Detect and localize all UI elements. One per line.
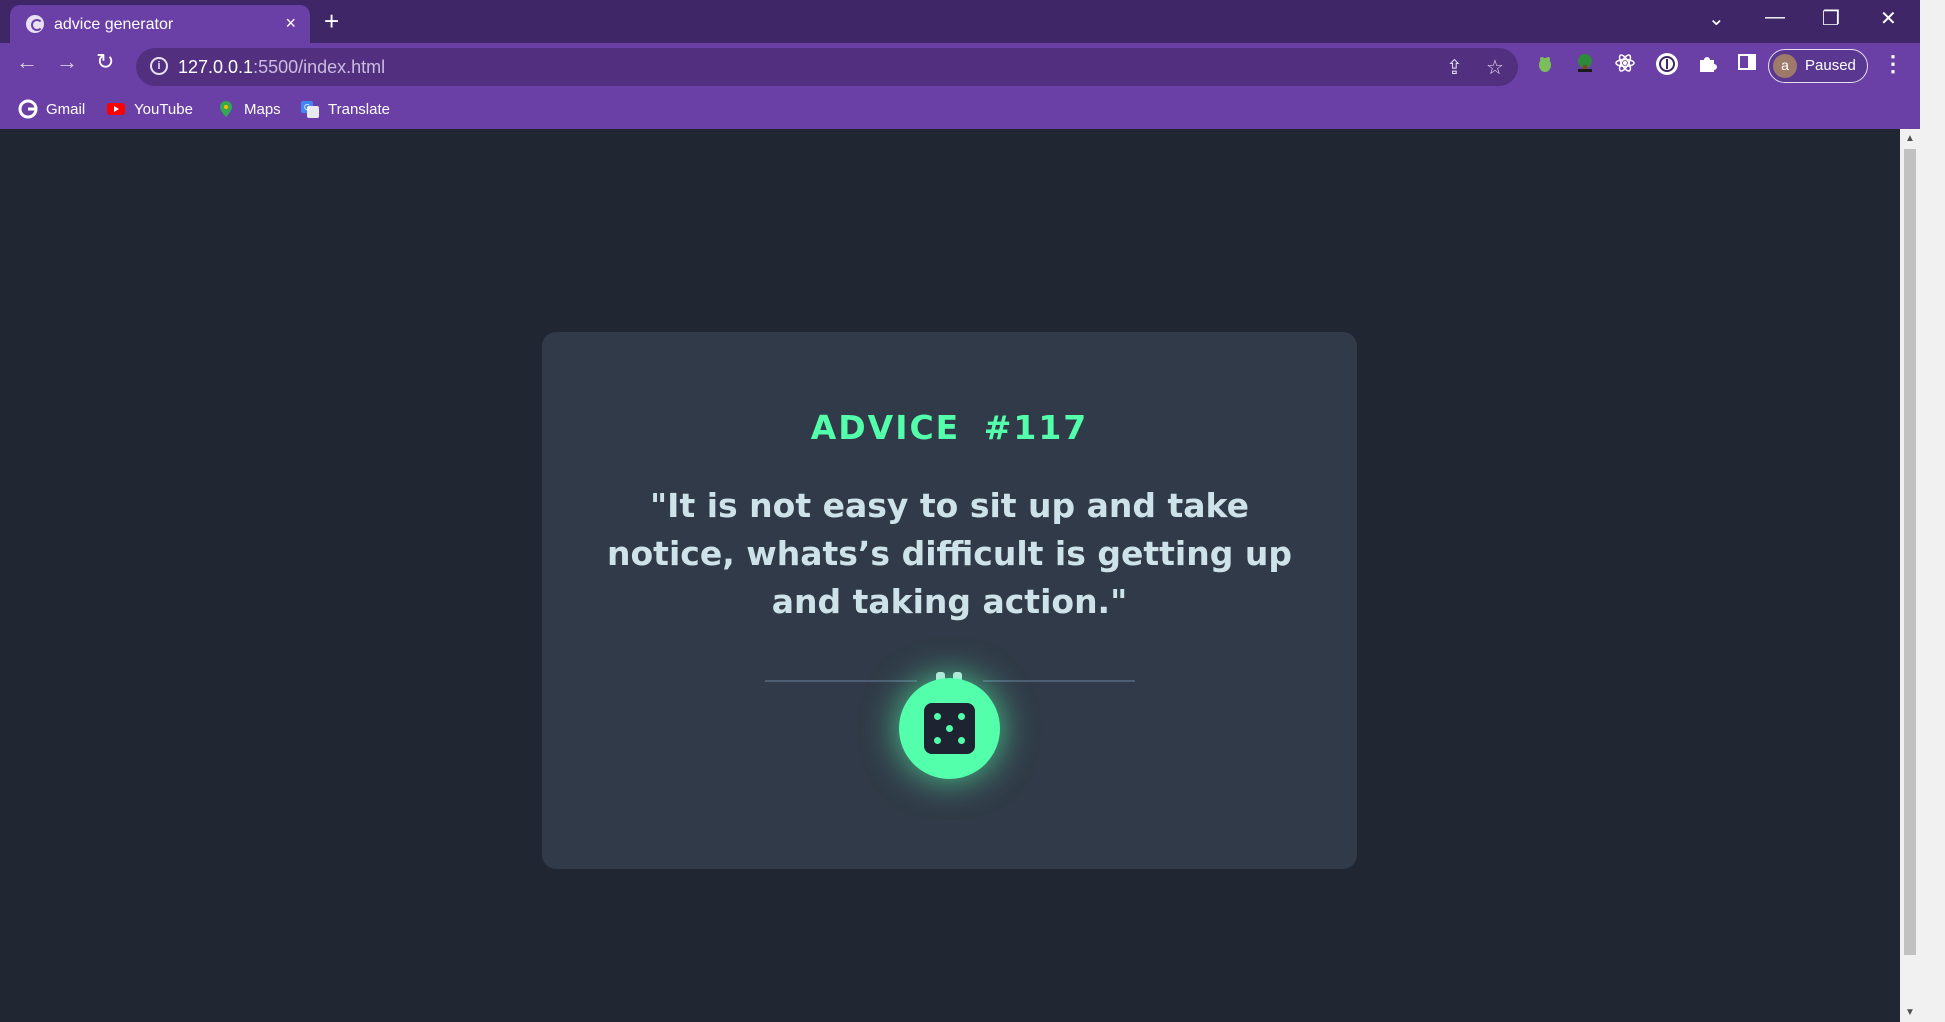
page-viewport: ADVICE #117 "It is not easy to sit up an… <box>0 129 1900 1022</box>
url-text[interactable]: 127.0.0.1:5500/index.html <box>178 57 385 78</box>
dice-button[interactable] <box>899 678 1000 779</box>
share-icon[interactable]: ⇪ <box>1446 55 1463 80</box>
browser-toolbar: ← → ↻ i 127.0.0.1:5500/index.html ⇪ ☆ a <box>0 43 1920 89</box>
youtube-icon <box>106 99 126 119</box>
tab-close-icon[interactable]: × <box>285 13 296 34</box>
tab-title: advice generator <box>54 16 174 33</box>
advice-card: ADVICE #117 "It is not easy to sit up an… <box>542 332 1357 869</box>
bookmark-gmail[interactable]: Gmail <box>18 97 85 121</box>
react-devtools-icon[interactable] <box>1614 52 1636 74</box>
tab-advice-generator[interactable]: advice generator × <box>10 5 310 43</box>
side-panel-icon[interactable] <box>1736 52 1758 74</box>
maps-icon <box>216 99 236 119</box>
profile-button[interactable]: a Paused <box>1768 49 1868 83</box>
tab-strip: advice generator × + ⌄ — ❐ ✕ <box>0 0 1920 43</box>
browser-chrome: advice generator × + ⌄ — ❐ ✕ ← → ↻ i 127… <box>0 0 1920 129</box>
close-window-button[interactable]: ✕ <box>1880 6 1897 31</box>
advice-id-heading: ADVICE #117 <box>810 408 1089 447</box>
profile-status: Paused <box>1805 57 1856 74</box>
tab-favicon-icon <box>26 15 44 33</box>
bookmark-label: Maps <box>244 100 281 118</box>
dice-icon <box>924 703 975 754</box>
bookmark-translate[interactable]: G Translate <box>300 97 390 121</box>
bookmark-label: Gmail <box>46 100 86 118</box>
svg-text:G: G <box>304 103 310 112</box>
bookmark-star-icon[interactable]: ☆ <box>1486 55 1504 80</box>
minimize-button[interactable]: — <box>1765 6 1785 29</box>
url-host: 127.0.0.1 <box>178 57 254 77</box>
site-info-icon[interactable]: i <box>150 57 168 75</box>
forward-button[interactable]: → <box>56 49 78 75</box>
scroll-down-arrow-icon[interactable]: ▼ <box>1905 1007 1915 1018</box>
bookmark-label: Translate <box>328 100 390 118</box>
url-path: :5500/index.html <box>253 57 386 77</box>
browser-menu-icon[interactable]: ⋮ <box>1882 51 1904 77</box>
google-icon <box>18 99 38 119</box>
advice-quote: "It is not easy to sit up and take notic… <box>607 486 1292 621</box>
bookmark-youtube[interactable]: YouTube <box>106 97 193 121</box>
vertical-scrollbar[interactable]: ▲ ▼ <box>1900 129 1920 1022</box>
avatar: a <box>1773 54 1797 78</box>
reload-button[interactable]: ↻ <box>96 49 114 75</box>
divider-line-left <box>765 680 917 682</box>
scroll-thumb[interactable] <box>1904 149 1916 955</box>
tab-search-icon[interactable]: ⌄ <box>1708 6 1725 31</box>
scroll-up-arrow-icon[interactable]: ▲ <box>1905 133 1915 144</box>
bookmarks-bar: Gmail YouTube Maps G Translate <box>0 89 1920 129</box>
divider-line-right <box>983 680 1135 682</box>
frog-extension-icon[interactable] <box>1534 52 1556 74</box>
address-bar[interactable]: i 127.0.0.1:5500/index.html ⇪ ☆ <box>136 48 1518 86</box>
tree-extension-icon[interactable] <box>1574 52 1596 74</box>
new-tab-button[interactable]: + <box>324 6 339 37</box>
translate-icon: G <box>300 99 320 119</box>
bookmark-maps[interactable]: Maps <box>216 97 281 121</box>
puzzle-extensions-icon[interactable] <box>1696 52 1718 74</box>
bookmark-label: YouTube <box>134 100 193 118</box>
window-edge <box>1920 0 1945 1022</box>
restore-button[interactable]: ❐ <box>1822 6 1840 31</box>
circle-extension-icon[interactable] <box>1655 52 1678 75</box>
back-button[interactable]: ← <box>16 49 38 75</box>
